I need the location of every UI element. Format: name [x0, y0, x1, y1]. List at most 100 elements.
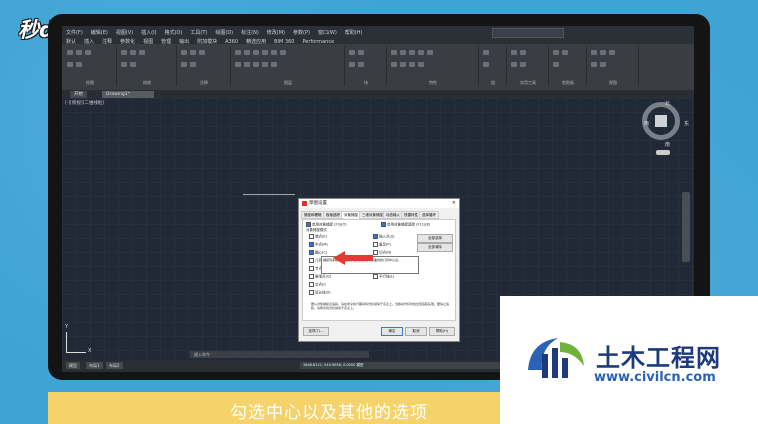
ribbon-tool-icon[interactable]: [262, 62, 268, 67]
layout-tab[interactable]: 模型: [66, 362, 80, 369]
checkbox[interactable]: [373, 234, 378, 239]
checkbox[interactable]: [309, 242, 314, 247]
ribbon-tool-icon[interactable]: [609, 50, 615, 55]
checkbox[interactable]: [309, 274, 314, 279]
ribbon-group-label[interactable]: 图层: [232, 80, 344, 86]
clear-all-button[interactable]: 全部清除: [417, 243, 453, 252]
ribbon-tool-icon[interactable]: [76, 50, 82, 55]
ribbon-tool-icon[interactable]: [121, 50, 127, 55]
ribbon-group-label[interactable]: 块: [346, 80, 386, 86]
ribbon-tool-icon[interactable]: [199, 50, 205, 55]
ribbon-tool-icon[interactable]: [400, 50, 406, 55]
snap-option-right[interactable]: 平行线(L): [373, 274, 394, 280]
ribbon-tool-icon[interactable]: [253, 50, 259, 55]
help-button[interactable]: 帮助(H): [429, 327, 455, 336]
dialog-tab[interactable]: 动态输入: [383, 211, 403, 219]
ribbon-tool-icon[interactable]: [483, 62, 489, 67]
navigation-bar[interactable]: [682, 192, 690, 262]
dialog-tab[interactable]: 捕捉和栅格: [301, 211, 325, 219]
dialog-tab[interactable]: 对象捕捉: [341, 211, 361, 218]
view-label[interactable]: [-][俯视][二维线框]: [65, 100, 104, 106]
checkbox[interactable]: [373, 242, 378, 247]
checkbox[interactable]: [309, 250, 314, 255]
ribbon-tool-icon[interactable]: [511, 62, 517, 67]
ribbon-tool-icon[interactable]: [244, 62, 250, 67]
ribbon-group-label[interactable]: 视图: [588, 80, 638, 86]
ribbon-tool-icon[interactable]: [235, 62, 241, 67]
ribbon-tool-icon[interactable]: [349, 50, 355, 55]
search-box[interactable]: [492, 28, 564, 38]
tab-drawing1[interactable]: Drawing1*: [102, 91, 154, 98]
ribbon-tool-icon[interactable]: [244, 50, 250, 55]
options-button[interactable]: 选项(T)...: [303, 327, 329, 336]
ribbon-tool-icon[interactable]: [271, 50, 277, 55]
ribbon-tool-icon[interactable]: [349, 62, 355, 67]
ribbon-tool-icon[interactable]: [520, 50, 526, 55]
layout-tab[interactable]: 布局2: [106, 362, 123, 369]
ribbon-tool-icon[interactable]: [121, 62, 127, 67]
ribbon-tool-icon[interactable]: [418, 62, 424, 67]
ribbon-tool-icon[interactable]: [418, 50, 424, 55]
snap-option-right[interactable]: 插入点(S): [373, 234, 394, 240]
menu-item[interactable]: 帮助(H): [345, 29, 363, 36]
snap-option-right[interactable]: 切点(N): [373, 250, 391, 256]
ribbon-tool-icon[interactable]: [553, 50, 559, 55]
ribbon-tool-icon[interactable]: [591, 50, 597, 55]
ribbon-tool-icon[interactable]: [262, 50, 268, 55]
ribbon-tool-icon[interactable]: [391, 62, 397, 67]
checkbox[interactable]: [309, 290, 314, 295]
ribbon-tool-icon[interactable]: [253, 62, 259, 67]
ribbon-tool-icon[interactable]: [76, 62, 82, 67]
checkbox[interactable]: [373, 274, 378, 279]
ribbon-tool-icon[interactable]: [409, 50, 415, 55]
ok-button[interactable]: 确定: [381, 327, 403, 336]
checkbox[interactable]: [373, 250, 378, 255]
checkbox[interactable]: [309, 234, 314, 239]
ribbon-tool-icon[interactable]: [130, 62, 136, 67]
ribbon-tool-icon[interactable]: [409, 62, 415, 67]
ribbon-group-label[interactable]: 修改: [118, 80, 176, 86]
ribbon-tool-icon[interactable]: [280, 50, 286, 55]
snap-option-left[interactable]: 延长线(X): [309, 290, 331, 296]
status-mode[interactable]: 模型: [356, 363, 363, 367]
ribbon-group-label[interactable]: 剪贴板: [550, 80, 586, 86]
ribbon-group-label[interactable]: 特性: [388, 80, 478, 86]
ribbon-tool-icon[interactable]: [391, 50, 397, 55]
ribbon-tool-icon[interactable]: [600, 50, 606, 55]
wcs-menu[interactable]: [656, 150, 670, 155]
ribbon-tool-icon[interactable]: [85, 50, 91, 55]
ribbon-tool-icon[interactable]: [235, 50, 241, 55]
enable-tracking[interactable]: 启用对象捕捉追踪 (F11)(K): [381, 222, 430, 228]
layout-tab[interactable]: 布局1: [86, 362, 103, 369]
ribbon-tool-icon[interactable]: [181, 62, 187, 67]
enable-osnap[interactable]: 启用对象捕捉 (F3)(O): [306, 222, 347, 228]
viewcube-top[interactable]: [655, 115, 667, 127]
cancel-button[interactable]: 取消: [405, 327, 427, 336]
checkbox[interactable]: [309, 266, 314, 271]
ribbon-group-label[interactable]: 绘图: [64, 80, 116, 86]
snap-option-left[interactable]: 圆心(C): [309, 250, 327, 256]
snap-option-left[interactable]: 端点(E): [309, 234, 327, 240]
close-icon[interactable]: ×: [452, 199, 456, 208]
ribbon-tool-icon[interactable]: [520, 62, 526, 67]
checkbox[interactable]: [309, 258, 314, 263]
ribbon-tool-icon[interactable]: [67, 62, 73, 67]
ribbon-tool-icon[interactable]: [600, 62, 606, 67]
snap-option-left[interactable]: 交点(I): [309, 282, 326, 288]
ribbon-tool-icon[interactable]: [190, 50, 196, 55]
ribbon-tool-icon[interactable]: [181, 50, 187, 55]
ribbon-tool-icon[interactable]: [130, 50, 136, 55]
ribbon-group-label[interactable]: 组: [480, 80, 506, 86]
ribbon-tool-icon[interactable]: [400, 62, 406, 67]
snap-option-left[interactable]: 象限点(Q): [309, 274, 331, 280]
ribbon-tool-icon[interactable]: [358, 50, 364, 55]
ribbon-tool-icon[interactable]: [427, 50, 433, 55]
ribbon-tool-icon[interactable]: [67, 50, 73, 55]
ribbon-tool-icon[interactable]: [139, 50, 145, 55]
dialog-tab[interactable]: 快捷特性: [401, 211, 421, 219]
snap-option-right[interactable]: 垂足(P): [373, 242, 391, 248]
ribbon-tool-icon[interactable]: [358, 62, 364, 67]
select-all-button[interactable]: 全部选择: [417, 234, 453, 243]
dialog-tab[interactable]: 三维对象捕捉: [359, 211, 386, 219]
tab-start[interactable]: 开始: [70, 91, 87, 98]
